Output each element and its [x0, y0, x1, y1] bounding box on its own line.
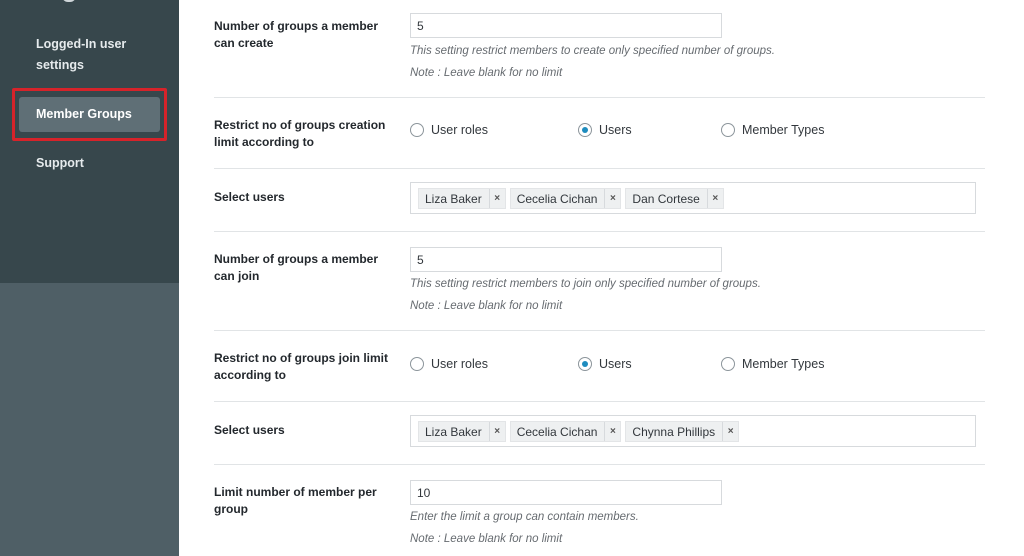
remove-tag-icon[interactable]: × [706, 189, 723, 208]
radio-users[interactable]: Users [578, 357, 632, 371]
sidebar-item-support[interactable]: Support [36, 153, 84, 174]
member-limit-label: Limit number of member per group [214, 485, 377, 516]
radio-users[interactable]: Users [578, 123, 632, 137]
setting-row-join-users: Select users Liza Baker × Cecelia Cichan ×… [214, 402, 985, 465]
radio-member-types[interactable]: Member Types [721, 123, 824, 137]
create-users-label: Select users [214, 190, 285, 204]
radio-icon [410, 123, 424, 137]
setting-row-create-users: Select users Liza Baker × Cecelia Cichan ×… [214, 169, 985, 232]
sidebar-item-member-groups[interactable]: Member Groups [19, 97, 160, 132]
create-limit-note: Note : Leave blank for no limit [410, 67, 563, 79]
join-restrict-label: Restrict no of groups join limit accordi… [214, 351, 388, 382]
radio-checked-icon [578, 357, 592, 371]
settings-panel: Number of groups a member can create Thi… [179, 0, 1024, 556]
radio-icon [721, 357, 735, 371]
radio-checked-icon [578, 123, 592, 137]
user-tag: Chynna Phillips × [625, 421, 740, 442]
user-tag: Dan Cortese × [625, 188, 724, 209]
create-limit-label: Number of groups a member can create [214, 19, 379, 50]
remove-tag-icon[interactable]: × [488, 189, 505, 208]
highlight-box: Member Groups [12, 88, 167, 141]
create-users-select[interactable]: Liza Baker × Cecelia Cichan × Dan Cortese × [410, 182, 976, 214]
join-limit-input[interactable] [410, 247, 722, 272]
join-users-select[interactable]: Liza Baker × Cecelia Cichan × Chynna Phill… [410, 415, 976, 447]
setting-row-create-restrict: Restrict no of groups creation limit acc… [214, 98, 985, 169]
create-limit-description: This setting restrict members to create … [410, 45, 775, 57]
remove-tag-icon[interactable]: × [488, 422, 505, 441]
sidebar-menu: Logged-In user settings Member Groups Su… [0, 0, 179, 283]
create-limit-input[interactable] [410, 13, 722, 38]
user-tag: Liza Baker × [418, 188, 506, 209]
remove-tag-icon[interactable]: × [604, 189, 620, 208]
setting-row-join-restrict: Restrict no of groups join limit accordi… [214, 331, 985, 402]
radio-icon [721, 123, 735, 137]
user-tag: Liza Baker × [418, 421, 506, 442]
join-limit-description: This setting restrict members to join on… [410, 278, 761, 290]
setting-row-join-limit: Number of groups a member can join This … [214, 232, 985, 331]
setting-row-create-limit: Number of groups a member can create Thi… [214, 0, 985, 98]
sidebar-item-partial [62, 0, 76, 2]
member-limit-description: Enter the limit a group can contain memb… [410, 511, 639, 523]
remove-tag-icon[interactable]: × [722, 422, 738, 441]
sidebar-item-logged-in-settings[interactable]: Logged-In user settings [36, 34, 146, 76]
user-tag: Cecelia Cichan × [509, 421, 622, 442]
radio-user-roles[interactable]: User roles [410, 123, 488, 137]
join-users-label: Select users [214, 423, 285, 437]
join-limit-label: Number of groups a member can join [214, 252, 379, 283]
member-limit-note: Note : Leave blank for no limit [410, 533, 563, 545]
member-limit-input[interactable] [410, 480, 722, 505]
create-restrict-label: Restrict no of groups creation limit acc… [214, 118, 386, 149]
radio-icon [410, 357, 424, 371]
radio-member-types[interactable]: Member Types [721, 357, 824, 371]
sidebar: Logged-In user settings Member Groups Su… [0, 0, 179, 556]
radio-user-roles[interactable]: User roles [410, 357, 488, 371]
join-limit-note: Note : Leave blank for no limit [410, 300, 563, 312]
user-tag: Cecelia Cichan × [509, 188, 622, 209]
setting-row-member-limit: Limit number of member per group Enter t… [214, 465, 985, 556]
remove-tag-icon[interactable]: × [604, 422, 620, 441]
